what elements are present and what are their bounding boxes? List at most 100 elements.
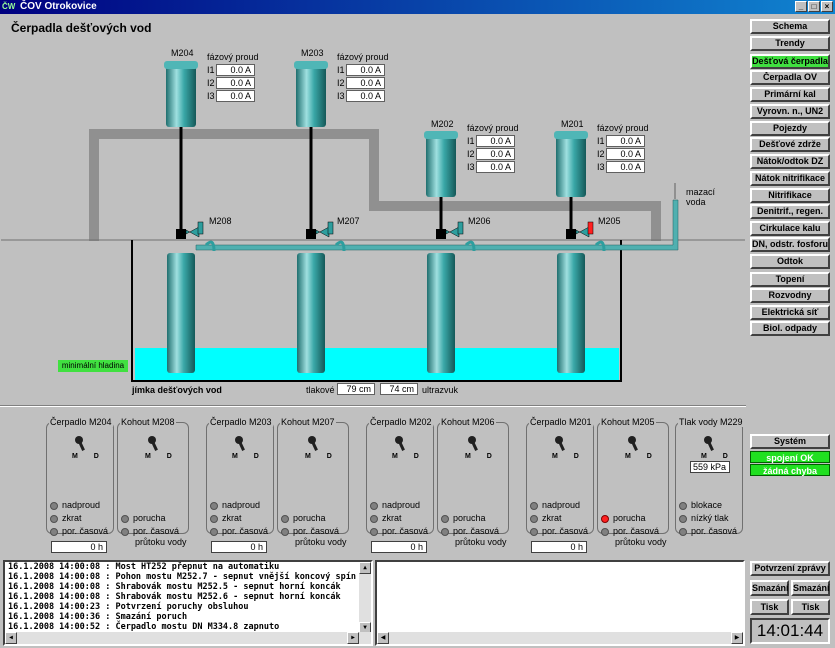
status-label: por. časová: [613, 526, 660, 536]
phase-current-label: fázový proud: [467, 123, 519, 133]
nav-item-15[interactable]: Topení: [750, 272, 830, 287]
status-label: por. časová: [133, 526, 180, 536]
system-button[interactable]: Systém: [750, 434, 830, 449]
status-indicator: por. časová: [121, 526, 179, 536]
valve-panel-2: Kohout M206 M D porucha por. časová průtoku …: [437, 417, 509, 547]
pump-panel-0: Čerpadlo M204 M D nadproud zkrat por. časová…: [46, 417, 114, 553]
nav-item-7[interactable]: Dešťové zdrže: [750, 137, 830, 152]
log-entry[interactable]: 16.1.2008 14:00:08 : Shrabovák mostu M25…: [5, 592, 371, 602]
nav-item-12[interactable]: Cirkulace kalu: [750, 221, 830, 236]
log-entry[interactable]: 16.1.2008 14:00:08 : Most HT252 přepnut …: [5, 562, 371, 572]
status-label: blokace: [691, 500, 723, 510]
key-switch-icon[interactable]: [234, 435, 248, 453]
nav-item-10[interactable]: Nitrifikace: [750, 188, 830, 203]
key-switch-icon[interactable]: [703, 435, 717, 453]
pump-panel-title: Čerpadlo M202: [369, 417, 433, 427]
delete-button-2[interactable]: Smazání: [791, 580, 830, 596]
valve-label-m208: M208: [209, 216, 232, 226]
delete-button-1[interactable]: Smazání: [750, 580, 789, 596]
nav-item-3[interactable]: Čerpadla OV: [750, 70, 830, 85]
close-button[interactable]: ×: [821, 1, 833, 12]
nav-item-14[interactable]: Odtok: [750, 254, 830, 269]
key-switch-icon[interactable]: [467, 435, 481, 453]
scroll-right-icon[interactable]: ▶: [731, 632, 743, 644]
nav-item-6[interactable]: Pojezdy: [750, 121, 830, 136]
valve-panel-title: Kohout M207: [280, 417, 336, 427]
status-indicator: zkrat: [530, 513, 562, 523]
log-entry[interactable]: 16.1.2008 14:00:23 : Potvrzení poruchy o…: [5, 602, 371, 612]
nav-item-13[interactable]: DN, odstr. fosforu: [750, 237, 830, 252]
nav-item-8[interactable]: Nátok/odtok DZ: [750, 154, 830, 169]
pressure-panel-title: Tlak vody M229: [678, 417, 744, 427]
status-indicator: por. časová: [601, 526, 659, 536]
phase-current-value: 0.0 A: [346, 77, 385, 89]
phase-current-value: 0.0 A: [216, 64, 255, 76]
led-icon: [50, 527, 58, 536]
pressure-level-value: 79 cm: [337, 383, 375, 395]
status-indicator: por. časová: [530, 526, 588, 536]
pump-m202: [424, 131, 458, 373]
pressure-level-label: tlakové: [306, 385, 335, 395]
nav-item-4[interactable]: Primární kal: [750, 87, 830, 102]
phase-current-value: 0.0 A: [606, 161, 645, 173]
nav-item-1[interactable]: Trendy: [750, 36, 830, 51]
nav-item-18[interactable]: Biol. odpady: [750, 321, 830, 336]
key-switch-icon[interactable]: [307, 435, 321, 453]
status-label: por. časová: [222, 526, 269, 536]
key-switch-icon[interactable]: [147, 435, 161, 453]
status-label: porucha: [133, 513, 166, 523]
led-icon: [370, 527, 378, 536]
log-entry[interactable]: 16.1.2008 14:00:08 : Shrabovák mostu M25…: [5, 582, 371, 592]
log-vertical-scrollbar[interactable]: ▲ ▼: [359, 562, 371, 634]
log-entry[interactable]: 16.1.2008 14:00:08 : Pohon mostu M252.7 …: [5, 572, 371, 582]
motor-label-m201: M201: [561, 119, 584, 129]
secondary-horizontal-scrollbar[interactable]: ◀ ▶: [377, 632, 743, 644]
ultrasound-label: ultrazvuk: [422, 385, 459, 395]
nav-item-0[interactable]: Schema: [750, 19, 830, 34]
nav-item-16[interactable]: Rozvodny: [750, 288, 830, 303]
nav-item-5[interactable]: Vyrovn. n., UN2: [750, 104, 830, 119]
secondary-log[interactable]: ◀ ▶: [375, 560, 745, 646]
valve-panel-title: Kohout M208: [120, 417, 176, 427]
log-entry[interactable]: 16.1.2008 14:00:52 : Čerpadlo mostu DN M…: [5, 622, 371, 632]
event-log[interactable]: 16.1.2008 14:00:08 : Most HT252 přepnut …: [3, 560, 373, 646]
minimize-button[interactable]: _: [795, 1, 807, 12]
status-indicator: por. časová: [281, 526, 339, 536]
nav-item-2[interactable]: Dešťová čerpadla: [750, 54, 830, 69]
status-indicator: porucha: [281, 513, 326, 523]
log-entry[interactable]: 16.1.2008 14:00:36 : Smazání poruch: [5, 612, 371, 622]
status-indicator: nadproud: [370, 500, 420, 510]
scroll-left-icon[interactable]: ◀: [5, 632, 17, 644]
confirm-message-button[interactable]: Potvrzení zprávy: [750, 561, 830, 576]
key-switch-icon[interactable]: [554, 435, 568, 453]
key-switch-icon[interactable]: [627, 435, 641, 453]
status-label: porucha: [453, 513, 486, 523]
scroll-up-icon[interactable]: ▲: [359, 562, 371, 574]
phase-name: I3: [337, 91, 345, 101]
pressure-value: 559 kPa: [690, 461, 730, 473]
key-switch-icon[interactable]: [74, 435, 88, 453]
status-indicator: nadproud: [210, 500, 260, 510]
scroll-right-icon[interactable]: ▶: [347, 632, 359, 644]
nav-item-17[interactable]: Elektrická síť: [750, 305, 830, 320]
print-button-1[interactable]: Tisk: [750, 599, 789, 615]
print-button-2[interactable]: Tisk: [791, 599, 830, 615]
nav-item-11[interactable]: Denitrif., regen.: [750, 204, 830, 219]
log-horizontal-scrollbar[interactable]: ◀ ▶: [5, 632, 371, 644]
led-icon: [281, 514, 289, 523]
manual-auto-label: M D: [72, 453, 106, 460]
phase-current-value: 0.0 A: [216, 77, 255, 89]
phase-name: I2: [207, 78, 215, 88]
maximize-button[interactable]: □: [808, 1, 820, 12]
status-label: zkrat: [222, 513, 242, 523]
app-icon: ČW: [2, 2, 16, 11]
nav-item-9[interactable]: Nátok nitrifikace: [750, 171, 830, 186]
status-indicator: nadproud: [530, 500, 580, 510]
led-icon: [210, 514, 218, 523]
led-icon: [679, 527, 687, 536]
scroll-left-icon[interactable]: ◀: [377, 632, 389, 644]
window-title: ČOV Otrokovice: [20, 1, 97, 12]
status-label: zkrat: [382, 513, 402, 523]
key-switch-icon[interactable]: [394, 435, 408, 453]
status-label: porucha: [613, 513, 646, 523]
